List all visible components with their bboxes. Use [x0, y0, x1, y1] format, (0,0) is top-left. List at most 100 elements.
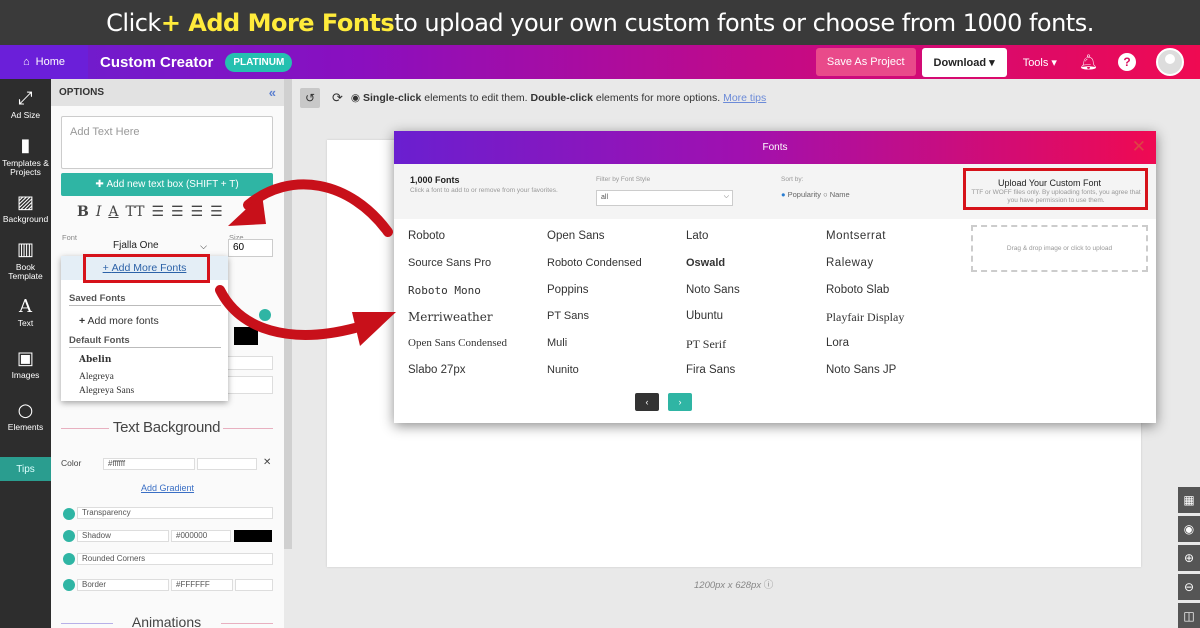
nav-background[interactable]: ▨ Background: [0, 183, 51, 235]
font-option[interactable]: Roboto Condensed: [547, 257, 642, 269]
font-option[interactable]: Lora: [826, 337, 849, 349]
font-option[interactable]: Montserrat: [826, 230, 886, 242]
border-color-field[interactable]: #FFFFFF: [171, 579, 233, 591]
font-option[interactable]: Open Sans Condensed: [408, 337, 507, 349]
font-option[interactable]: Muli: [547, 337, 567, 349]
undo-icon[interactable]: ↺: [300, 88, 320, 108]
line-field[interactable]: [227, 356, 273, 370]
font-option[interactable]: Roboto: [408, 230, 445, 242]
dropzone-text: Drag & drop image or click to upload: [1006, 245, 1113, 252]
font-option[interactable]: Nunito: [547, 364, 579, 376]
font-option[interactable]: Noto Sans: [686, 284, 740, 296]
font-option[interactable]: Fira Sans: [686, 364, 735, 376]
home-button[interactable]: ⌂ Home: [0, 45, 88, 79]
hint-text: ◉ Single-click elements to edit them. Do…: [351, 92, 766, 104]
font-option[interactable]: Ubuntu: [686, 310, 723, 322]
zoom-out-icon[interactable]: ⊖: [1178, 574, 1200, 600]
font-option[interactable]: Open Sans: [547, 230, 605, 242]
clear-icon[interactable]: ✕: [263, 457, 271, 468]
refresh-icon[interactable]: ⟳: [332, 90, 343, 106]
rounded-toggle[interactable]: [63, 553, 75, 565]
add-textbox-button[interactable]: ✚ Add new text box (SHIFT + T): [61, 173, 273, 196]
font-option[interactable]: Alegreya Sans: [79, 386, 134, 396]
font-option[interactable]: Roboto Mono: [408, 284, 481, 297]
prev-page-button[interactable]: ‹: [635, 393, 659, 411]
filter-select[interactable]: all ⌵: [596, 190, 733, 206]
text-input[interactable]: Add Text Here: [61, 116, 273, 169]
font-option[interactable]: Raleway: [826, 257, 874, 269]
align-center-icon[interactable]: ☰: [171, 204, 184, 220]
font-option[interactable]: Merriweather: [408, 310, 493, 324]
text-size-icon[interactable]: TT: [126, 204, 145, 220]
bell-icon[interactable]: 🔔︎: [1079, 53, 1098, 71]
nav-images[interactable]: ▣ Images: [0, 339, 51, 391]
plan-badge: PLATINUM: [225, 52, 293, 72]
home-icon: ⌂: [23, 56, 30, 68]
size-input[interactable]: 60: [228, 239, 273, 257]
color-opacity-field[interactable]: [197, 458, 257, 470]
add-gradient-link[interactable]: Add Gradient: [141, 483, 194, 493]
font-option[interactable]: Oswald: [686, 257, 725, 269]
font-option[interactable]: Lato: [686, 230, 708, 242]
font-option[interactable]: Slabo 27px: [408, 364, 466, 376]
rounded-field[interactable]: Rounded Corners: [77, 553, 273, 565]
collapse-icon[interactable]: «: [269, 85, 276, 100]
sort-name[interactable]: Name: [830, 190, 850, 199]
more-tips-link[interactable]: More tips: [723, 92, 766, 104]
avatar[interactable]: [1156, 48, 1184, 76]
border-width-field[interactable]: [235, 579, 273, 591]
radio-icon[interactable]: ●: [781, 190, 786, 199]
font-option[interactable]: Poppins: [547, 284, 589, 296]
nav-ad-size[interactable]: ⤢ Ad Size: [0, 79, 51, 131]
border-field[interactable]: Border: [77, 579, 169, 591]
radio-icon[interactable]: ○: [823, 190, 828, 199]
tools-menu[interactable]: Tools ▾: [1023, 56, 1057, 69]
font-option[interactable]: PT Serif: [686, 337, 726, 352]
nav-label: Elements: [7, 422, 44, 433]
cube-icon[interactable]: ◫: [1178, 603, 1200, 628]
justify-icon[interactable]: ☰: [210, 204, 223, 220]
spacing-field[interactable]: [227, 376, 273, 394]
font-option[interactable]: Playfair Display: [826, 310, 904, 325]
nav-book-template[interactable]: ▥ Book Template: [0, 235, 51, 287]
toggle-dot[interactable]: [259, 309, 271, 321]
color-swatch[interactable]: [234, 327, 258, 345]
font-option[interactable]: Noto Sans JP: [826, 364, 896, 376]
shadow-color-field[interactable]: #000000: [171, 530, 231, 542]
next-page-button[interactable]: ›: [668, 393, 692, 411]
font-option[interactable]: Abelin: [79, 355, 111, 365]
save-project-button[interactable]: Save As Project: [815, 48, 916, 76]
font-value: Fjalla One: [113, 240, 159, 251]
color-field[interactable]: #ffffff: [103, 458, 195, 470]
eye-icon[interactable]: ◉: [1178, 516, 1200, 542]
border-toggle[interactable]: [63, 579, 75, 591]
nav-label: Templates & Projects: [2, 158, 49, 177]
underline-icon[interactable]: A: [108, 204, 118, 220]
nav-elements[interactable]: ○ Elements: [0, 391, 51, 443]
sort-popularity[interactable]: Popularity: [788, 190, 821, 199]
nav-tips[interactable]: Tips: [0, 457, 51, 481]
italic-icon[interactable]: I: [96, 204, 102, 220]
upload-dropzone[interactable]: Drag & drop image or click to upload: [971, 225, 1148, 272]
zoom-in-icon[interactable]: ⊕: [1178, 545, 1200, 571]
help-icon[interactable]: ?: [1118, 53, 1136, 71]
transparency-field[interactable]: Transparency: [77, 507, 273, 519]
font-option[interactable]: Roboto Slab: [826, 284, 889, 296]
nav-text[interactable]: A Text: [0, 287, 51, 339]
align-right-icon[interactable]: ☰: [191, 204, 204, 220]
download-button[interactable]: Download ▾: [921, 47, 1007, 77]
grid-icon[interactable]: ▦: [1178, 487, 1200, 513]
nav-templates[interactable]: ▮ Templates & Projects: [0, 131, 51, 183]
font-option[interactable]: Alegreya: [79, 372, 114, 382]
bold-icon[interactable]: B: [77, 204, 89, 220]
font-option[interactable]: PT Sans: [547, 310, 589, 322]
transparency-toggle[interactable]: [63, 508, 75, 520]
align-left-icon[interactable]: ☰: [151, 204, 164, 220]
options-scrollbar[interactable]: [284, 79, 292, 549]
font-option[interactable]: Source Sans Pro: [408, 257, 491, 269]
shadow-toggle[interactable]: [63, 530, 75, 542]
add-more-fonts-item[interactable]: + Add more fonts: [79, 315, 159, 327]
shadow-swatch[interactable]: [234, 530, 272, 542]
close-icon[interactable]: ✕: [1132, 137, 1146, 157]
shadow-field[interactable]: Shadow: [77, 530, 169, 542]
